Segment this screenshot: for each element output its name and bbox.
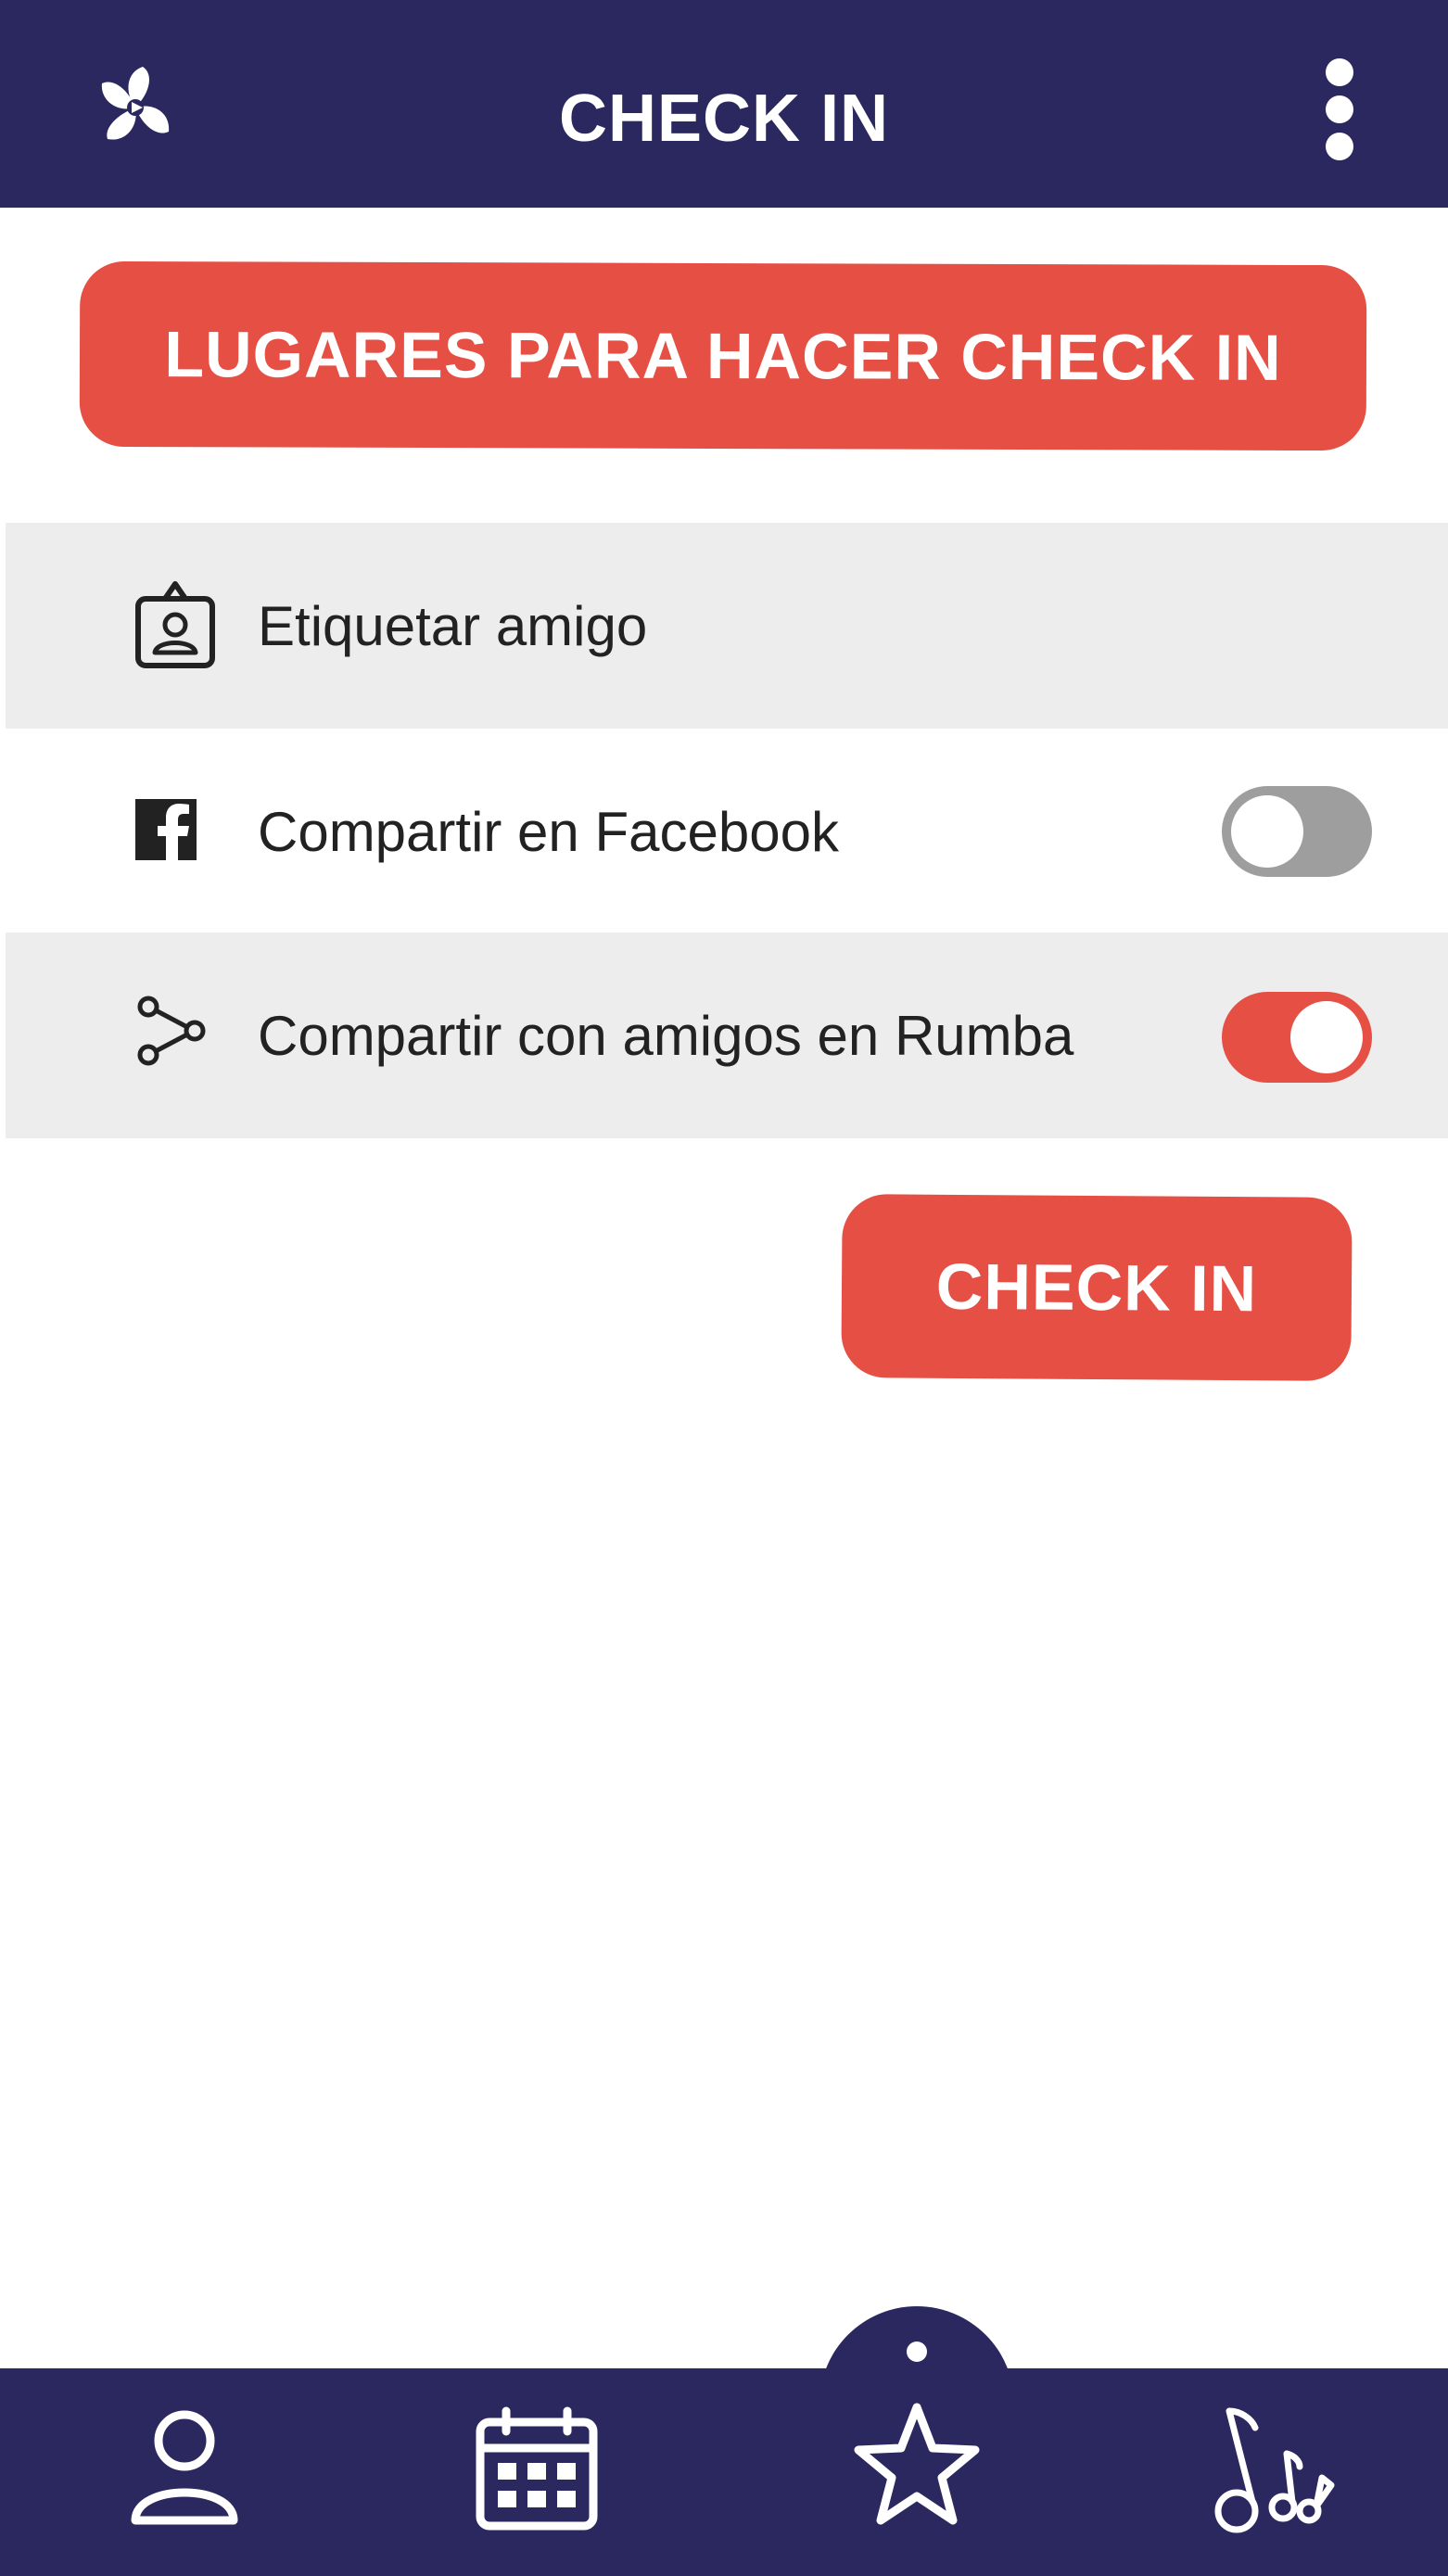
facebook-toggle[interactable] (1222, 786, 1372, 877)
facebook-icon (135, 799, 197, 860)
star-icon[interactable] (847, 2396, 986, 2535)
page-title: CHECK IN (0, 0, 1448, 237)
tag-friend-row[interactable]: Etiquetar amigo (6, 523, 1448, 729)
places-checkin-button[interactable]: LUGARES PARA HACER CHECK IN (79, 260, 1367, 451)
rumba-toggle[interactable] (1222, 992, 1372, 1083)
contact-card-icon (135, 581, 215, 668)
share-rumba-row: Compartir con amigos en Rumba (6, 933, 1448, 1138)
toggle-knob (1231, 795, 1303, 868)
calendar-icon[interactable] (467, 2400, 606, 2539)
toggle-knob (1290, 1001, 1363, 1073)
active-dot (907, 2341, 927, 2362)
bottom-navigation (0, 2368, 1448, 2576)
share-rumba-label: Compartir con amigos en Rumba (258, 1004, 1074, 1067)
share-facebook-row: Compartir en Facebook (6, 729, 1448, 934)
page-title-text: CHECK IN (558, 82, 889, 156)
more-vertical-icon[interactable] (1307, 54, 1372, 165)
places-checkin-button-label: LUGARES PARA HACER CHECK IN (164, 318, 1282, 394)
user-icon[interactable] (115, 2400, 254, 2539)
share-facebook-label: Compartir en Facebook (258, 800, 839, 863)
share-icon (137, 996, 206, 1066)
tag-friend-label: Etiquetar amigo (258, 594, 648, 657)
checkin-button-label: CHECK IN (935, 1250, 1258, 1326)
checkin-button[interactable]: CHECK IN (841, 1194, 1353, 1381)
music-notes-icon[interactable] (1201, 2400, 1350, 2539)
app-header: CHECK IN (0, 0, 1448, 208)
